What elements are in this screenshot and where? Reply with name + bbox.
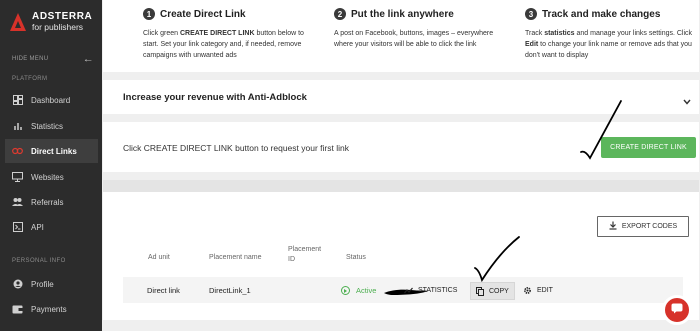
arrow-left-icon: ← (82, 53, 94, 65)
steps-card: 1 Create Direct Link Click green CREATE D… (103, 0, 699, 72)
brand-logo[interactable]: ADSTERRA for publishers (10, 12, 92, 32)
sidebar-item-label: Referrals (31, 197, 64, 207)
copy-button[interactable]: COPY (470, 282, 515, 300)
sidebar-item-dashboard[interactable]: Dashboard (5, 88, 98, 112)
user-icon (12, 279, 23, 290)
step-1: 1 Create Direct Link Click green CREATE D… (143, 8, 321, 61)
direct-links-table: EXPORT CODES Ad unit Placement name Plac… (103, 192, 699, 320)
column-header-placement-id: Placement ID (288, 246, 322, 263)
export-codes-button[interactable]: EXPORT CODES (597, 216, 689, 237)
terminal-icon (12, 222, 23, 233)
sidebar-item-label: Payments (31, 304, 67, 314)
brand-name: ADSTERRA (32, 11, 93, 22)
link-icon (12, 146, 23, 157)
people-icon (12, 197, 23, 208)
sidebar-item-api[interactable]: API (5, 215, 98, 239)
copy-icon (476, 286, 484, 296)
bar-chart-icon (12, 121, 23, 132)
step-description: Click green CREATE DIRECT LINK button be… (143, 30, 304, 59)
anti-adblock-panel[interactable]: Increase your revenue with Anti-Adblock (103, 80, 699, 114)
sidebar-item-direct-links[interactable]: Direct Links (5, 139, 98, 163)
placement-name-cell: DirectLink_1 (209, 286, 251, 295)
ad-unit-cell: Direct link (147, 286, 180, 295)
step-number: 3 (525, 8, 537, 20)
trend-icon (404, 287, 413, 294)
step-description: Track statistics and manage your links s… (525, 30, 693, 59)
dashboard-icon (12, 95, 23, 106)
adsterra-logo-icon (10, 13, 26, 31)
gear-icon (523, 286, 532, 295)
divider (103, 180, 699, 192)
status-badge: Active (341, 286, 376, 295)
chat-support-button[interactable] (662, 295, 692, 325)
column-header-ad-unit: Ad unit (148, 254, 170, 261)
main-content: 1 Create Direct Link Click green CREATE D… (102, 0, 700, 331)
sidebar-item-label: Dashboard (31, 95, 71, 105)
sidebar-item-payments[interactable]: Payments (5, 297, 98, 321)
download-icon (609, 221, 617, 232)
app-window: ADSTERRA for publishers HIDE MENU ← PLAT… (0, 0, 700, 331)
sidebar-item-label: Websites (31, 172, 64, 182)
anti-adblock-title: Increase your revenue with Anti-Adblock (123, 91, 307, 103)
step-number: 1 (143, 8, 155, 20)
sidebar-item-referrals[interactable]: Referrals (5, 190, 98, 214)
wallet-icon (12, 304, 23, 315)
sidebar-item-websites[interactable]: Websites (5, 165, 98, 189)
step-description: A post on Facebook, buttons, images – ev… (334, 30, 494, 48)
sidebar-item-label: Statistics (31, 121, 64, 131)
sidebar-item-label: Direct Links (31, 146, 77, 156)
monitor-icon (12, 172, 23, 183)
export-codes-label: EXPORT CODES (621, 223, 678, 230)
sidebar-item-label: API (31, 222, 44, 232)
chat-icon (671, 301, 683, 319)
column-header-status: Status (346, 254, 366, 261)
sidebar-item-label: Profile (31, 279, 54, 289)
column-header-placement-name: Placement name (209, 254, 262, 261)
request-link-card: Click CREATE DIRECT LINK button to reque… (103, 122, 699, 172)
table-row: Direct link DirectLink_1 Active STATISTI… (123, 277, 683, 303)
hide-menu-label: HIDE MENU (12, 56, 49, 62)
step-title: Create Direct Link (160, 8, 246, 20)
sidebar-item-statistics[interactable]: Statistics (5, 114, 98, 138)
step-title: Put the link anywhere (351, 8, 454, 20)
hide-menu-toggle[interactable]: HIDE MENU ← (12, 53, 94, 65)
sidebar-section-personal-info: PERSONAL INFO (12, 258, 66, 264)
step-3: 3 Track and make changes Track statistics… (525, 8, 695, 61)
sidebar: ADSTERRA for publishers HIDE MENU ← PLAT… (0, 0, 102, 331)
play-circle-icon (341, 286, 350, 295)
chevron-down-icon[interactable] (683, 92, 691, 110)
sidebar-item-profile[interactable]: Profile (5, 272, 98, 296)
step-number: 2 (334, 8, 346, 20)
brand-subtitle: for publishers (32, 22, 84, 32)
sidebar-section-platform: PLATFORM (12, 76, 48, 82)
create-direct-link-button[interactable]: CREATE DIRECT LINK (601, 137, 696, 158)
step-title: Track and make changes (542, 8, 661, 20)
step-2: 2 Put the link anywhere A post on Faceboo… (334, 8, 512, 50)
statistics-button[interactable]: STATISTICS (404, 282, 457, 298)
edit-button[interactable]: EDIT (523, 282, 553, 298)
request-instructions: Click CREATE DIRECT LINK button to reque… (123, 143, 349, 153)
